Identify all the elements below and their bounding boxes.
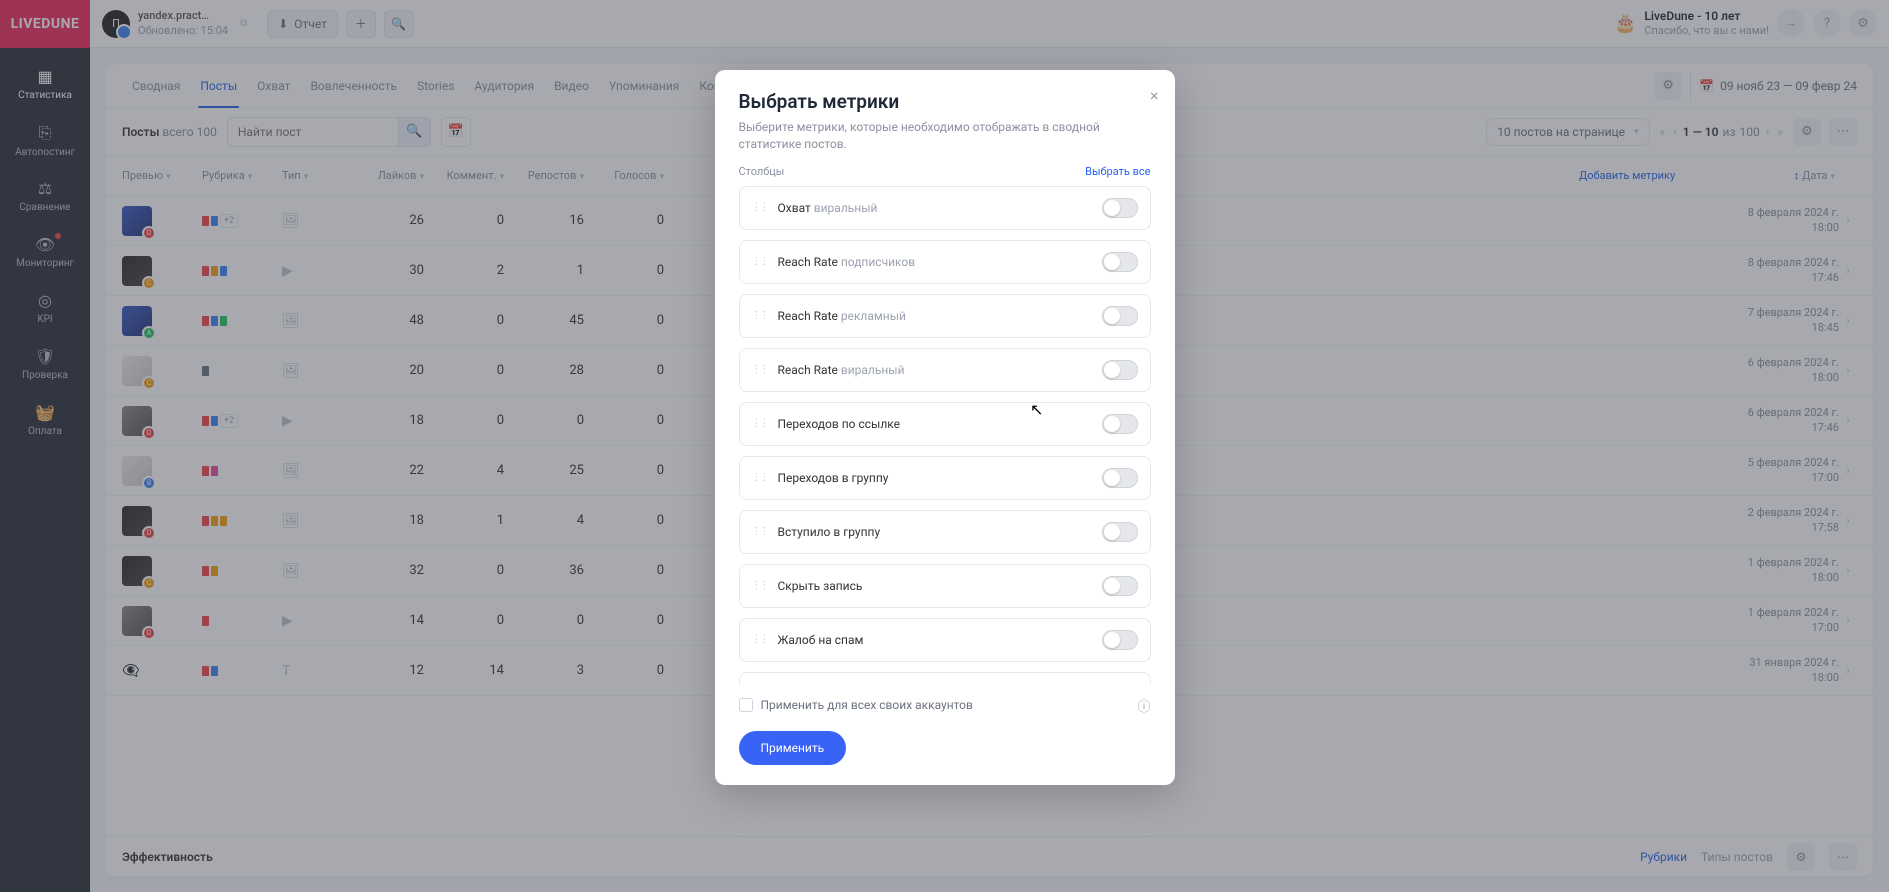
- metrics-modal: Выбрать метрики × Выберите метрики, кото…: [715, 70, 1175, 785]
- modal-close-button[interactable]: ×: [1150, 86, 1159, 105]
- metric-toggle[interactable]: [1102, 630, 1138, 650]
- metrics-list[interactable]: ⋮⋮ Охват виральный ⋮⋮ Reach Rate подписч…: [715, 186, 1175, 684]
- metric-toggle[interactable]: [1102, 360, 1138, 380]
- columns-label: Столбцы: [739, 165, 785, 178]
- apply-all-checkbox[interactable]: [739, 698, 753, 712]
- metric-toggle[interactable]: [1102, 306, 1138, 326]
- modal-overlay[interactable]: Выбрать метрики × Выберите метрики, кото…: [0, 0, 1889, 892]
- drag-handle-icon[interactable]: ⋮⋮: [752, 310, 768, 321]
- metric-label: Вступило в группу: [778, 525, 881, 539]
- metric-label: Reach Rate виральный: [778, 363, 905, 377]
- metric-toggle[interactable]: [1102, 414, 1138, 434]
- modal-title: Выбрать метрики: [739, 90, 1151, 113]
- metric-toggle[interactable]: [1102, 576, 1138, 596]
- drag-handle-icon[interactable]: ⋮⋮: [752, 634, 768, 645]
- drag-handle-icon[interactable]: ⋮⋮: [752, 580, 768, 591]
- metric-toggle[interactable]: [1102, 468, 1138, 488]
- apply-button[interactable]: Применить: [739, 731, 847, 765]
- metric-item: ⋮⋮ Reach Rate виральный: [739, 348, 1151, 392]
- metric-item: ⋮⋮ Жалоб на спам: [739, 618, 1151, 662]
- metric-toggle[interactable]: [1102, 252, 1138, 272]
- drag-handle-icon[interactable]: ⋮⋮: [752, 256, 768, 267]
- close-icon: ×: [1150, 86, 1159, 105]
- metric-label: Жалоб на спам: [778, 633, 864, 647]
- drag-handle-icon[interactable]: ⋮⋮: [752, 364, 768, 375]
- metric-label: Скрыть запись: [778, 579, 863, 593]
- drag-handle-icon[interactable]: ⋮⋮: [752, 202, 768, 213]
- metric-label: Охват виральный: [778, 201, 878, 215]
- metric-label: Переходов по ссылке: [778, 417, 901, 431]
- metric-item: ⋮⋮ Reach Rate подписчиков: [739, 240, 1151, 284]
- metric-label: Reach Rate подписчиков: [778, 255, 916, 269]
- drag-handle-icon[interactable]: ⋮⋮: [752, 418, 768, 429]
- metric-item: ⋮⋮ Reach Rate рекламный: [739, 294, 1151, 338]
- metric-label: Переходов в группу: [778, 471, 889, 485]
- metric-item: ⋮⋮ Переходов по ссылке: [739, 402, 1151, 446]
- modal-subtitle: Выберите метрики, которые необходимо ото…: [715, 119, 1175, 165]
- metric-toggle[interactable]: [1102, 198, 1138, 218]
- drag-handle-icon[interactable]: ⋮⋮: [752, 526, 768, 537]
- drag-handle-icon[interactable]: ⋮⋮: [752, 472, 768, 483]
- metric-item: ⋮⋮ Скрыть запись: [739, 564, 1151, 608]
- metric-item: ⋮⋮ Переходов в группу: [739, 456, 1151, 500]
- info-icon[interactable]: ⓘ: [1137, 696, 1150, 715]
- metric-item: ⋮⋮ Охват виральный: [739, 186, 1151, 230]
- select-all-link[interactable]: Выбрать все: [1085, 165, 1150, 178]
- metric-item: ⋮⋮ Вступило в группу: [739, 510, 1151, 554]
- metric-toggle[interactable]: [1102, 522, 1138, 542]
- apply-all-row: Применить для всех своих аккаунтов ⓘ: [715, 684, 1175, 715]
- metric-label: Reach Rate рекламный: [778, 309, 906, 323]
- metric-item: ⋮⋮ Отписок от группы: [739, 672, 1151, 684]
